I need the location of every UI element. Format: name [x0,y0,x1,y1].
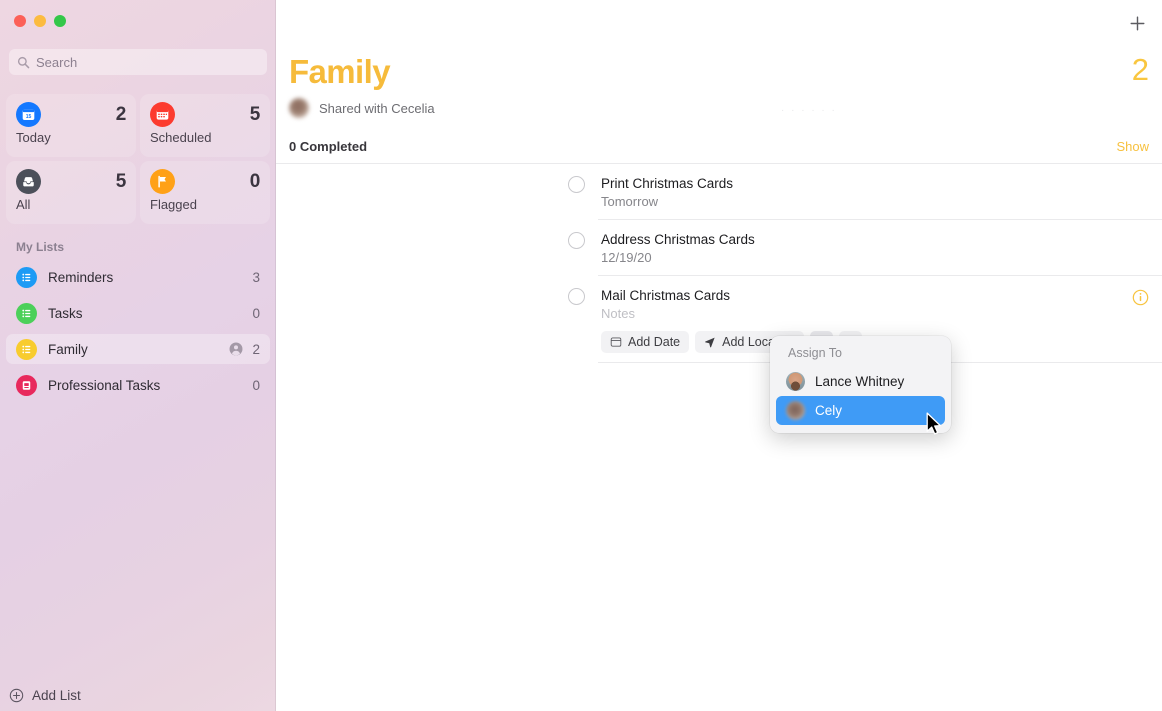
reminder-row-mail[interactable]: Mail Christmas Cards Notes [276,276,1162,362]
page-title: Family [289,53,390,91]
plus-icon [1128,14,1147,33]
calendar-icon [150,102,175,127]
reminder-checkbox[interactable] [568,176,585,193]
calendar-icon [610,336,622,348]
smart-lists-grid: 15 2 Today [6,94,270,224]
smart-card-count: 5 [116,171,126,193]
list-bullet-icon [16,339,37,360]
assign-option-cely[interactable]: Cely [776,396,945,425]
add-date-button[interactable]: Add Date [601,331,689,353]
avatar [289,98,309,118]
smart-card-label: All [16,197,126,212]
zoom-button[interactable] [54,15,66,27]
sidebar-item-label: Tasks [48,306,252,321]
reminder-title: Print Christmas Cards [601,175,1162,192]
list-bullet-icon [16,303,37,324]
avatar [786,372,805,391]
show-completed-link[interactable]: Show [1116,139,1149,154]
search-placeholder: Search [36,55,77,70]
sidebar-item-count: 2 [252,342,260,357]
sidebar-item-label: Reminders [48,270,252,285]
smart-card-scheduled[interactable]: 5 Scheduled [140,94,270,157]
completed-row: 0 Completed Show [289,139,1149,154]
list-count-badge: 2 [1132,52,1149,88]
assign-option-label: Cely [815,403,842,418]
add-date-label: Add Date [628,335,680,349]
sidebar-item-professional-tasks[interactable]: Professional Tasks 0 [6,370,270,400]
add-reminder-button[interactable] [1124,10,1150,36]
search-field[interactable]: Search [9,49,267,75]
main-content: Family 2 Shared with Cecelia · · · · · ·… [276,0,1162,711]
avatar [786,401,805,420]
reminder-row-address[interactable]: Address Christmas Cards 12/19/20 [276,220,1162,275]
sidebar-item-family[interactable]: Family 2 [6,334,270,364]
reminder-title: Address Christmas Cards [601,231,1162,248]
sidebar-item-count: 3 [252,270,260,285]
reminder-checkbox[interactable] [568,288,585,305]
minimize-button[interactable] [34,15,46,27]
smart-card-count: 2 [116,104,126,126]
reminder-subtitle: Tomorrow [601,194,1162,210]
reminder-subtitle: 12/19/20 [601,250,1162,266]
reminder-row-print[interactable]: Print Christmas Cards Tomorrow [276,164,1162,219]
search-icon [17,56,30,69]
plus-circle-icon [9,688,24,703]
flag-icon [150,169,175,194]
reminder-title: Mail Christmas Cards [601,287,1162,304]
info-icon[interactable] [1132,289,1149,306]
location-arrow-icon [704,336,716,348]
add-list-button[interactable]: Add List [9,688,81,703]
reminder-checkbox[interactable] [568,232,585,249]
completed-count-label: 0 Completed [289,139,367,154]
smart-card-label: Scheduled [150,130,260,145]
sidebar-item-label: Professional Tasks [48,378,252,393]
reminder-notes-placeholder[interactable]: Notes [601,306,1162,322]
assign-option-lance-whitney[interactable]: Lance Whitney [776,367,945,396]
smart-card-flagged[interactable]: 0 Flagged [140,161,270,224]
add-list-label: Add List [32,688,81,703]
sidebar-item-tasks[interactable]: Tasks 0 [6,298,270,328]
sidebar-item-count: 0 [252,306,260,321]
list-doc-icon [16,375,37,396]
shared-with-row[interactable]: Shared with Cecelia [289,98,435,118]
assign-to-popup: Assign To Lance Whitney Cely [770,336,951,433]
smart-card-label: Today [16,130,126,145]
sidebar-item-reminders[interactable]: Reminders 3 [6,262,270,292]
list-bullet-icon [16,267,37,288]
calendar-day-icon: 15 [16,102,41,127]
smart-card-count: 0 [250,171,260,193]
svg-text:15: 15 [26,114,32,120]
smart-card-label: Flagged [150,197,260,212]
shared-with-label: Shared with Cecelia [319,101,435,116]
sidebar-item-count: 0 [252,378,260,393]
reminders-list: Print Christmas Cards Tomorrow Address C… [276,163,1162,363]
assign-option-label: Lance Whitney [815,374,904,389]
inbox-tray-icon [16,169,41,194]
assign-to-header: Assign To [776,344,945,367]
close-button[interactable] [14,15,26,27]
reminders-window: Search 15 2 Today [0,0,1162,711]
smart-card-today[interactable]: 15 2 Today [6,94,136,157]
faint-artifact: · · · · · · [781,105,837,116]
smart-card-all[interactable]: 5 All [6,161,136,224]
smart-card-count: 5 [250,104,260,126]
traffic-lights [14,15,66,27]
my-lists-header: My Lists [16,240,64,254]
sidebar-item-label: Family [48,342,229,357]
user-lists: Reminders 3 Tasks 0 [6,262,270,406]
sidebar: Search 15 2 Today [0,0,276,711]
shared-person-icon [229,342,243,356]
